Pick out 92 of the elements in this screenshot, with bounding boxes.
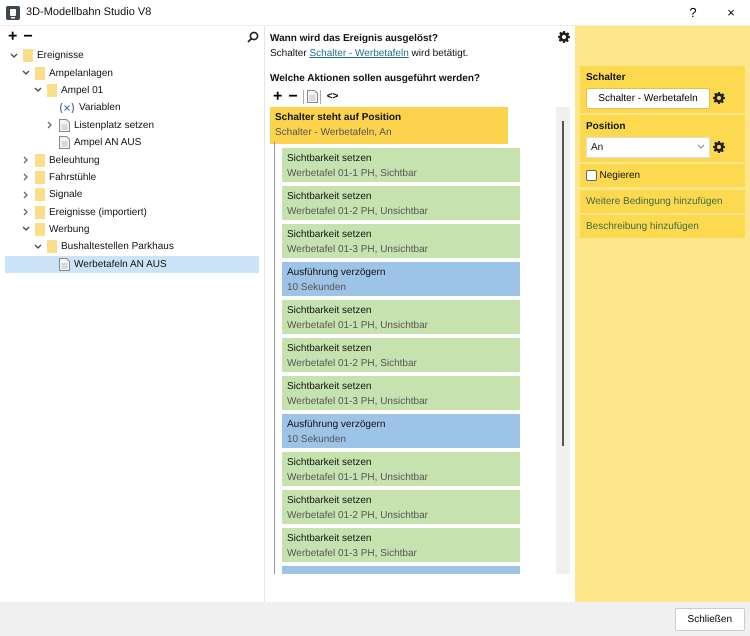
document-icon <box>59 136 70 150</box>
folder-icon <box>23 49 33 62</box>
folder-icon <box>35 188 45 202</box>
trigger-sentence: Schalter Schalter - Werbetafeln wird betätigt. <box>270 47 470 61</box>
delay-action-card[interactable]: Ausführung verzögern 10 Sekunden <box>282 414 520 448</box>
folder-icon <box>47 84 57 97</box>
tree-item[interactable]: Ampel 01 <box>5 82 259 100</box>
help-button[interactable]: ? <box>674 0 712 26</box>
app-icon <box>6 6 20 20</box>
section-heading: Welche Aktionen sollen ausgeführt werden? <box>270 72 482 86</box>
tree-item[interactable]: Ereignisse <box>5 47 259 64</box>
action-detail: Werbetafel 01-1 PH, Unsichtbar <box>287 319 429 333</box>
field-label: Position <box>586 120 626 134</box>
add-link[interactable]: Beschreibung hinzufügen <box>580 215 745 238</box>
action-detail: Werbetafel 01-3 PH, Unsichtbar <box>287 243 429 257</box>
visibility-action-card[interactable]: Sichtbarkeit setzen Werbetafel 01-2 PH, Sichtbar <box>282 338 520 372</box>
action-detail: Werbetafel 01-3 PH, Sichtbar <box>287 547 418 561</box>
switch-select-button[interactable]: Schalter - Werbetafeln <box>586 88 710 108</box>
add-button[interactable]: + <box>270 88 286 104</box>
action-detail: Werbetafel 01-1 PH, Sichtbar <box>287 167 418 181</box>
search-icon <box>247 30 259 42</box>
folder-icon <box>47 240 57 254</box>
folder-icon <box>35 154 45 167</box>
folder-icon <box>35 66 45 80</box>
tree-item[interactable]: Signale <box>5 186 259 204</box>
checkbox-label: Negieren <box>600 169 640 183</box>
visibility-action-card[interactable]: Sichtbarkeit setzen Werbetafel 01-2 PH, Unsichtbar <box>282 490 520 524</box>
add-link[interactable]: Weitere Bedingung hinzufügen <box>580 190 745 212</box>
negate-checkbox[interactable] <box>586 170 597 181</box>
close-button[interactable]: Schließen <box>674 608 745 630</box>
tree-item[interactable]: Fahrstühle <box>5 168 259 186</box>
scrollbar[interactable] <box>556 107 570 574</box>
switch-link[interactable]: Schalter - Werbetafeln <box>309 48 409 59</box>
folder-icon <box>35 223 45 236</box>
action-title: Sichtbarkeit setzen <box>287 152 372 166</box>
variable-icon <box>59 102 75 114</box>
document-icon <box>306 90 318 103</box>
condition-detail: Schalter - Werbetafeln, An <box>275 126 393 140</box>
visibility-action-card[interactable]: Sichtbarkeit setzen Werbetafel 01-3 PH, Unsichtbar <box>282 224 520 258</box>
document-icon <box>59 258 70 271</box>
folder-icon <box>35 170 45 184</box>
tree-item[interactable]: Werbung <box>5 220 259 238</box>
chevron-down-icon <box>697 144 705 150</box>
action-detail: Werbetafel 01-2 PH, Unsichtbar <box>287 205 429 219</box>
remove-button[interactable]: − <box>20 28 36 44</box>
tree-item[interactable]: Ampel AN AUS <box>5 134 259 152</box>
code-button[interactable]: <> <box>324 88 342 104</box>
action-detail: 10 Sekunden <box>287 281 347 295</box>
field-label: Schalter <box>586 71 626 85</box>
tree-item[interactable]: Ampelanlagen <box>5 64 259 82</box>
action-title: Sichtbarkeit setzen <box>287 342 372 356</box>
tree-item[interactable]: Beleuhtung <box>5 151 259 169</box>
delay-action-card[interactable]: Ausführung verzögern 10 Sekunden <box>282 262 520 296</box>
action-detail: Werbetafel 01-2 PH, Sichtbar <box>287 357 418 371</box>
scrollbar-thumb[interactable] <box>562 121 564 446</box>
visibility-action-card[interactable]: Sichtbarkeit setzen Werbetafel 01-1 PH, Sichtbar <box>282 148 520 182</box>
condition-card[interactable]: Schalter steht auf Position Schalter - Werbetafeln, An <box>270 107 508 144</box>
action-title: Sichtbarkeit setzen <box>287 228 372 242</box>
action-title: Sichtbarkeit setzen <box>287 494 372 508</box>
tree-item[interactable]: Werbetafeln AN AUS <box>5 256 259 274</box>
section-heading: Wann wird das Ereignis ausgelöst? <box>270 32 439 46</box>
visibility-action-card[interactable]: Sichtbarkeit setzen Werbetafel 01-3 PH, Sichtbar <box>282 528 520 562</box>
folder-icon <box>35 206 45 219</box>
action-detail: Werbetafel 01-3 PH, Unsichtbar <box>287 395 429 409</box>
action-title: Ausführung verzögern <box>287 418 386 432</box>
close-button[interactable]: × <box>712 0 750 26</box>
window-title: 3D-Modellbahn Studio V8 <box>26 5 152 20</box>
action-title: Sichtbarkeit setzen <box>287 532 372 546</box>
action-detail: Werbetafel 01-2 PH, Unsichtbar <box>287 509 429 523</box>
tree-item[interactable]: Listenplatz setzen <box>5 116 259 134</box>
document-icon <box>59 118 70 132</box>
position-dropdown[interactable]: An <box>586 136 710 158</box>
action-title: Sichtbarkeit setzen <box>287 304 372 318</box>
action-title: Ausführung verzögern <box>287 266 386 280</box>
settings-icon <box>712 92 724 104</box>
tree-item[interactable]: Variablen <box>5 99 259 117</box>
action-title: Sichtbarkeit setzen <box>287 456 372 470</box>
add-button[interactable]: + <box>5 28 20 44</box>
settings-icon <box>558 31 570 43</box>
visibility-action-card[interactable]: Sichtbarkeit setzen Werbetafel 01-1 PH, Unsichtbar <box>282 452 520 486</box>
visibility-action-card[interactable]: Sichtbarkeit setzen Werbetafel 01-1 PH, Unsichtbar <box>282 300 520 334</box>
settings-icon <box>712 141 724 153</box>
tree-item[interactable]: Bushaltestellen Parkhaus <box>5 238 259 256</box>
action-title: Sichtbarkeit setzen <box>287 380 372 394</box>
visibility-action-card[interactable]: Sichtbarkeit setzen Werbetafel 01-3 PH, Unsichtbar <box>282 376 520 410</box>
tree-item[interactable]: Ereignisse (importiert) <box>5 204 259 221</box>
condition-title: Schalter steht auf Position <box>275 111 402 125</box>
remove-button[interactable]: − <box>285 88 301 104</box>
action-title: Sichtbarkeit setzen <box>287 190 372 204</box>
visibility-action-card[interactable]: Sichtbarkeit setzen Werbetafel 01-2 PH, Unsichtbar <box>282 186 520 220</box>
action-detail: 10 Sekunden <box>287 433 347 447</box>
action-detail: Werbetafel 01-1 PH, Unsichtbar <box>287 471 429 485</box>
